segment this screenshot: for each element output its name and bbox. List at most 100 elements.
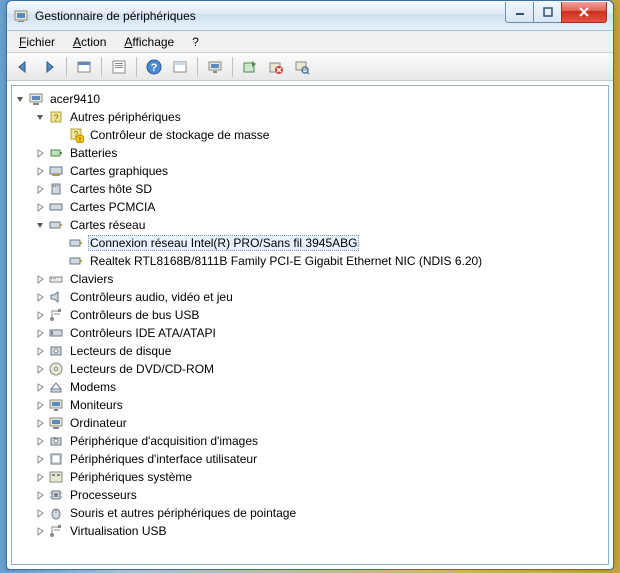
tree-category-audio[interactable]: Contrôleurs audio, vidéo et jeu xyxy=(32,288,608,306)
menu-help[interactable]: ? xyxy=(184,33,207,51)
tree-root[interactable]: acer9410 xyxy=(12,90,608,108)
tree-device-wifi[interactable]: Connexion réseau Intel(R) PRO/Sans fil 3… xyxy=(52,234,608,252)
expand-icon[interactable] xyxy=(32,469,48,485)
category-label[interactable]: Lecteurs de disque xyxy=(68,343,173,359)
category-label[interactable]: Cartes réseau xyxy=(68,217,147,233)
window-controls xyxy=(506,2,613,23)
device-label[interactable]: Realtek RTL8168B/8111B Family PCI-E Giga… xyxy=(88,253,484,269)
tree-category-computer[interactable]: Ordinateur xyxy=(32,414,608,432)
category-label[interactable]: Périphériques d'interface utilisateur xyxy=(68,451,259,467)
tree-category-cpu[interactable]: Processeurs xyxy=(32,486,608,504)
system-device-icon xyxy=(48,469,64,485)
category-label[interactable]: Moniteurs xyxy=(68,397,125,413)
expand-icon[interactable] xyxy=(32,415,48,431)
collapse-icon[interactable] xyxy=(32,217,48,233)
expand-icon[interactable] xyxy=(32,487,48,503)
view-options-button[interactable] xyxy=(168,55,192,79)
device-tree-pane[interactable]: acer9410 ? Autres périphériques xyxy=(11,85,609,565)
expand-icon[interactable] xyxy=(32,451,48,467)
category-label[interactable]: Autres périphériques xyxy=(68,109,183,125)
category-label[interactable]: Cartes PCMCIA xyxy=(68,199,157,215)
update-driver-button[interactable] xyxy=(238,55,262,79)
tree-category-usb[interactable]: Contrôleurs de bus USB xyxy=(32,306,608,324)
category-label[interactable]: Ordinateur xyxy=(68,415,129,431)
svg-text:?: ? xyxy=(151,62,158,74)
collapse-icon[interactable] xyxy=(12,91,28,107)
uninstall-button[interactable] xyxy=(264,55,288,79)
tree-category-mouse[interactable]: Souris et autres périphériques de pointa… xyxy=(32,504,608,522)
expand-icon[interactable] xyxy=(32,397,48,413)
tree-category-graphics[interactable]: Cartes graphiques xyxy=(32,162,608,180)
expand-icon[interactable] xyxy=(32,199,48,215)
device-label[interactable]: Contrôleur de stockage de masse xyxy=(88,127,271,143)
expand-icon[interactable] xyxy=(32,307,48,323)
category-label[interactable]: Contrôleurs audio, vidéo et jeu xyxy=(68,289,235,305)
category-label[interactable]: Périphériques système xyxy=(68,469,194,485)
camera-icon xyxy=(48,433,64,449)
tree-category-network[interactable]: Cartes réseau xyxy=(32,216,608,234)
tree-category-batteries[interactable]: Batteries xyxy=(32,144,608,162)
category-label[interactable]: Modems xyxy=(68,379,118,395)
tree-category-keyboards[interactable]: Claviers xyxy=(32,270,608,288)
tree-category-sd-host[interactable]: Cartes hôte SD xyxy=(32,180,608,198)
tree-category-system[interactable]: Périphériques système xyxy=(32,468,608,486)
expand-icon[interactable] xyxy=(32,343,48,359)
forward-button[interactable] xyxy=(37,55,61,79)
root-label[interactable]: acer9410 xyxy=(48,91,102,107)
properties-button[interactable] xyxy=(107,55,131,79)
category-label[interactable]: Périphérique d'acquisition d'images xyxy=(68,433,260,449)
show-hide-console-button[interactable] xyxy=(72,55,96,79)
menu-view[interactable]: Affichage xyxy=(116,33,182,51)
category-label[interactable]: Lecteurs de DVD/CD-ROM xyxy=(68,361,216,377)
maximize-button[interactable] xyxy=(533,2,562,23)
tree-category-ide[interactable]: Contrôleurs IDE ATA/ATAPI xyxy=(32,324,608,342)
category-label[interactable]: Cartes graphiques xyxy=(68,163,170,179)
expand-icon[interactable] xyxy=(32,181,48,197)
expand-icon[interactable] xyxy=(32,433,48,449)
category-label[interactable]: Processeurs xyxy=(68,487,139,503)
tree-category-dvd[interactable]: Lecteurs de DVD/CD-ROM xyxy=(32,360,608,378)
category-label[interactable]: Claviers xyxy=(68,271,115,287)
close-button[interactable] xyxy=(561,2,607,23)
menu-action[interactable]: Action xyxy=(65,33,114,51)
tree-device-mass-storage[interactable]: ?! Contrôleur de stockage de masse xyxy=(52,126,608,144)
expand-icon[interactable] xyxy=(32,505,48,521)
tree-category-hid[interactable]: Périphériques d'interface utilisateur xyxy=(32,450,608,468)
titlebar[interactable]: Gestionnaire de périphériques xyxy=(7,1,613,31)
category-label[interactable]: Contrôleurs de bus USB xyxy=(68,307,201,323)
expand-icon[interactable] xyxy=(32,163,48,179)
tree-category-virtual-usb[interactable]: Virtualisation USB xyxy=(32,522,608,540)
collapse-icon[interactable] xyxy=(32,109,48,125)
back-button[interactable] xyxy=(11,55,35,79)
tree-category-disk[interactable]: Lecteurs de disque xyxy=(32,342,608,360)
category-label[interactable]: Souris et autres périphériques de pointa… xyxy=(68,505,298,521)
tree-category-pcmcia[interactable]: Cartes PCMCIA xyxy=(32,198,608,216)
minimize-button[interactable] xyxy=(505,2,534,23)
help-button[interactable]: ? xyxy=(142,55,166,79)
usb-icon xyxy=(48,307,64,323)
tree-category-monitors[interactable]: Moniteurs xyxy=(32,396,608,414)
expand-icon[interactable] xyxy=(32,361,48,377)
separator xyxy=(101,57,102,77)
monitor-button[interactable] xyxy=(203,55,227,79)
scan-hardware-button[interactable] xyxy=(290,55,314,79)
expand-icon[interactable] xyxy=(32,145,48,161)
tree-category-modems[interactable]: Modems xyxy=(32,378,608,396)
device-label[interactable]: Connexion réseau Intel(R) PRO/Sans fil 3… xyxy=(88,235,359,251)
category-label[interactable]: Contrôleurs IDE ATA/ATAPI xyxy=(68,325,218,341)
category-label[interactable]: Virtualisation USB xyxy=(68,523,169,539)
expand-icon[interactable] xyxy=(32,289,48,305)
expand-icon[interactable] xyxy=(32,379,48,395)
expand-icon[interactable] xyxy=(32,523,48,539)
menu-file[interactable]: Fichier xyxy=(11,33,63,51)
tree-category-other-devices[interactable]: ? Autres périphériques xyxy=(32,108,608,126)
expand-icon[interactable] xyxy=(32,271,48,287)
display-adapter-icon xyxy=(48,163,64,179)
tree-category-imaging[interactable]: Périphérique d'acquisition d'images xyxy=(32,432,608,450)
tree-device-ethernet[interactable]: Realtek RTL8168B/8111B Family PCI-E Giga… xyxy=(52,252,608,270)
svg-text:!: ! xyxy=(79,137,81,143)
category-label[interactable]: Cartes hôte SD xyxy=(68,181,154,197)
category-label[interactable]: Batteries xyxy=(68,145,119,161)
separator xyxy=(66,57,67,77)
expand-icon[interactable] xyxy=(32,325,48,341)
